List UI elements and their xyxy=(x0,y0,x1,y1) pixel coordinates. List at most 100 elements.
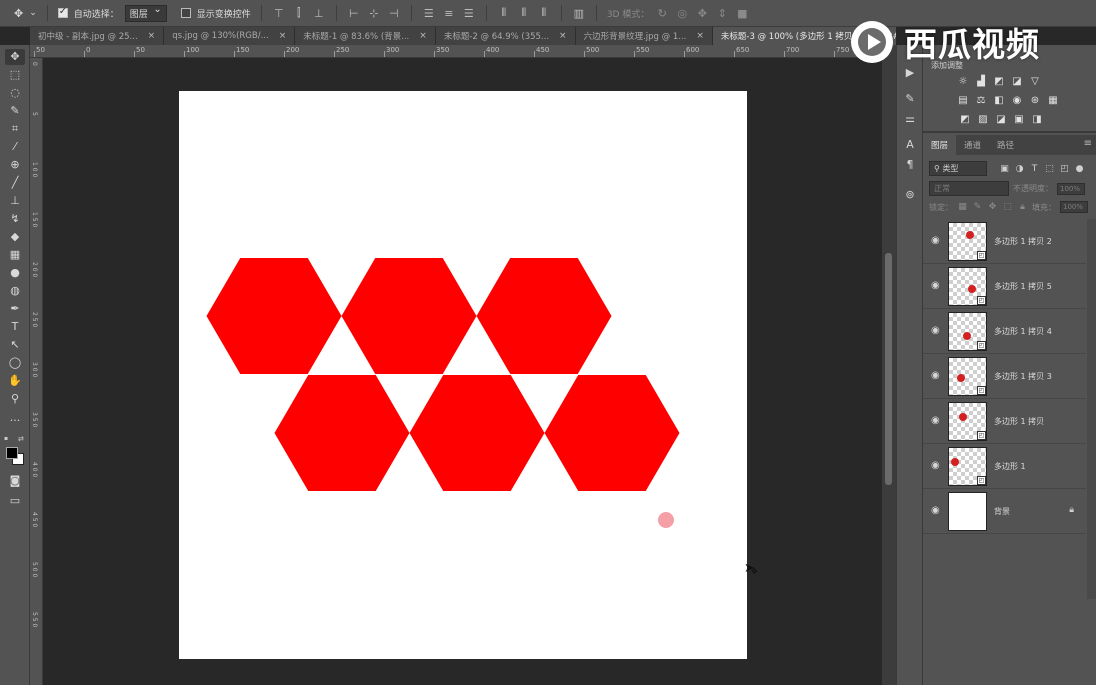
layer-row[interactable]: ◉ ◰ 多边形 1 拷贝 3 xyxy=(923,354,1086,399)
layer-filter-dropdown[interactable]: ⚲ 类型 xyxy=(929,161,987,176)
layers-scrollbar[interactable] xyxy=(1087,219,1096,599)
vibrance-icon[interactable]: ▽ xyxy=(1029,76,1041,88)
type-tool-icon[interactable]: T xyxy=(5,319,25,335)
move-tool-icon[interactable]: ✥ xyxy=(5,49,25,65)
layer-row[interactable]: ◉ ◰ 多边形 1 拷贝 xyxy=(923,399,1086,444)
quick-mask-icon[interactable]: ◙ xyxy=(5,473,25,489)
hand-tool-icon[interactable]: ✋ xyxy=(5,373,25,389)
align-left-icon[interactable]: ⊢ xyxy=(347,7,361,20)
eyedropper-tool-icon[interactable]: ⁄ xyxy=(5,139,25,155)
layer-row[interactable]: ◉ ◰ 多边形 1 拷贝 5 xyxy=(923,264,1086,309)
tab-doc-3[interactable]: 未标题-1 @ 83.6% (背景... × xyxy=(295,27,436,45)
lock-transparent-icon[interactable]: ▦ xyxy=(957,202,968,212)
gradient-tool-icon[interactable]: ▦ xyxy=(5,247,25,263)
quick-select-tool-icon[interactable]: ✎ xyxy=(5,103,25,119)
filter-shape-icon[interactable]: ⬚ xyxy=(1044,164,1055,174)
hexagon-top-2[interactable] xyxy=(341,258,477,374)
color-lookup-icon[interactable]: ▦ xyxy=(1047,95,1059,107)
panel-menu-icon[interactable]: ≡ xyxy=(1084,138,1092,149)
auto-select-checkbox[interactable] xyxy=(57,6,68,18)
layer-name[interactable]: 背景 xyxy=(994,506,1010,517)
layer-row[interactable]: ◉ ◰ 多边形 1 拷贝 2 xyxy=(923,219,1086,264)
auto-select-target-dropdown[interactable]: 图层 xyxy=(124,4,167,22)
channel-mixer-icon[interactable]: ⊛ xyxy=(1029,95,1041,107)
pen-tool-icon[interactable]: ✒ xyxy=(5,301,25,317)
filter-pixel-icon[interactable]: ▣ xyxy=(999,164,1010,174)
close-icon[interactable]: × xyxy=(419,31,427,41)
healing-brush-tool-icon[interactable]: ⊕ xyxy=(5,157,25,173)
align-right-icon[interactable]: ⊣ xyxy=(387,7,401,20)
lasso-tool-icon[interactable]: ◌ xyxy=(5,85,25,101)
canvas-workspace[interactable]: ➤ ✥ xyxy=(44,59,882,685)
layer-thumbnail[interactable]: ◰ xyxy=(948,402,987,441)
hexagon-bottom-3[interactable] xyxy=(544,375,680,491)
filter-adjustment-icon[interactable]: ◑ xyxy=(1014,164,1025,174)
invert-icon[interactable]: ◩ xyxy=(959,114,971,126)
hue-saturation-icon[interactable]: ▤ xyxy=(957,95,969,107)
swap-colors-icon[interactable]: ⇄ xyxy=(18,435,24,443)
distribute-hcenter-icon[interactable]: ⫴ xyxy=(517,6,531,20)
move-icon[interactable]: ✥ xyxy=(14,7,23,20)
distribute-top-icon[interactable]: ☰ xyxy=(422,7,436,20)
align-hcenter-icon[interactable]: ⊹ xyxy=(367,7,381,20)
layer-name[interactable]: 多边形 1 拷贝 4 xyxy=(994,326,1052,337)
canvas-vertical-scrollbar[interactable] xyxy=(882,45,896,685)
opacity-input[interactable]: 100% xyxy=(1057,182,1085,195)
path-select-tool-icon[interactable]: ↖ xyxy=(5,337,25,353)
close-icon[interactable]: × xyxy=(559,31,567,41)
visibility-eye-icon[interactable]: ◉ xyxy=(931,370,940,381)
filter-type-icon[interactable]: T xyxy=(1029,164,1040,174)
color-swatches[interactable]: ▪ ⇄ xyxy=(4,435,26,465)
close-icon[interactable]: × xyxy=(279,31,287,41)
screen-mode-icon[interactable]: ▭ xyxy=(5,493,25,509)
lock-image-icon[interactable]: ✎ xyxy=(972,202,983,212)
more-tools-icon[interactable]: ··· xyxy=(5,413,25,429)
stamp-tool-icon[interactable]: ⊥ xyxy=(5,193,25,209)
layer-row[interactable]: ◉ 背景 🔒︎ xyxy=(923,489,1086,534)
layer-thumbnail[interactable]: ◰ xyxy=(948,447,987,486)
tab-doc-5[interactable]: 六边形背景纹理.jpg @ 1... × xyxy=(575,27,713,45)
levels-icon[interactable]: ▟ xyxy=(975,76,987,88)
black-white-icon[interactable]: ◧ xyxy=(993,95,1005,107)
shape-tool-icon[interactable]: ◯ xyxy=(5,355,25,371)
layer-name[interactable]: 多边形 1 拷贝 xyxy=(994,416,1044,427)
visibility-eye-icon[interactable]: ◉ xyxy=(931,235,940,246)
layer-name[interactable]: 多边形 1 拷贝 5 xyxy=(994,281,1052,292)
selective-color-icon[interactable]: ◨ xyxy=(1031,114,1043,126)
lock-position-icon[interactable]: ✥ xyxy=(987,202,998,212)
zoom-tool-icon[interactable]: ⚲ xyxy=(5,391,25,407)
close-icon[interactable]: × xyxy=(148,31,156,41)
tab-doc-2[interactable]: qs.jpg @ 130%(RGB/... × xyxy=(164,27,296,45)
scrollbar-thumb[interactable] xyxy=(885,253,892,485)
layer-name[interactable]: 多边形 1 拷贝 3 xyxy=(994,371,1052,382)
layer-name[interactable]: 多边形 1 拷贝 2 xyxy=(994,236,1052,247)
layer-name[interactable]: 多边形 1 xyxy=(994,461,1026,472)
gradient-map-icon[interactable]: ▣ xyxy=(1013,114,1025,126)
3d-slide-icon[interactable]: ⇕ xyxy=(715,7,729,20)
hexagon-bottom-2[interactable] xyxy=(409,375,545,491)
layer-thumbnail[interactable]: ◰ xyxy=(948,267,987,306)
3d-panel-icon[interactable]: ⊚ xyxy=(901,187,919,203)
align-top-icon[interactable]: ⊤ xyxy=(272,7,286,20)
paragraph-icon[interactable]: ¶ xyxy=(901,157,919,173)
document-canvas[interactable] xyxy=(179,91,747,659)
foreground-color-swatch[interactable] xyxy=(6,447,18,459)
layer-thumbnail[interactable]: ◰ xyxy=(948,312,987,351)
curves-icon[interactable]: ◩ xyxy=(993,76,1005,88)
dodge-tool-icon[interactable]: ◍ xyxy=(5,283,25,299)
tab-doc-4[interactable]: 未标题-2 @ 64.9% (355... × xyxy=(435,27,576,45)
marquee-tool-icon[interactable]: ⬚ xyxy=(5,67,25,83)
blur-tool-icon[interactable]: ● xyxy=(5,265,25,281)
visibility-eye-icon[interactable]: ◉ xyxy=(931,280,940,291)
character-icon[interactable]: A xyxy=(901,137,919,153)
threshold-icon[interactable]: ◪ xyxy=(995,114,1007,126)
align-vcenter-icon[interactable]: ⫿ xyxy=(292,6,306,20)
blend-mode-dropdown[interactable]: 正常 xyxy=(929,181,1009,196)
exposure-icon[interactable]: ◪ xyxy=(1011,76,1023,88)
distribute-left-icon[interactable]: ⦀ xyxy=(497,6,511,20)
photo-filter-icon[interactable]: ◉ xyxy=(1011,95,1023,107)
show-transform-checkbox[interactable] xyxy=(180,8,191,18)
hexagon-top-1[interactable] xyxy=(206,258,342,374)
distribute-right-icon[interactable]: ⦀ xyxy=(537,6,551,20)
filter-toggle-icon[interactable]: ● xyxy=(1074,164,1085,174)
